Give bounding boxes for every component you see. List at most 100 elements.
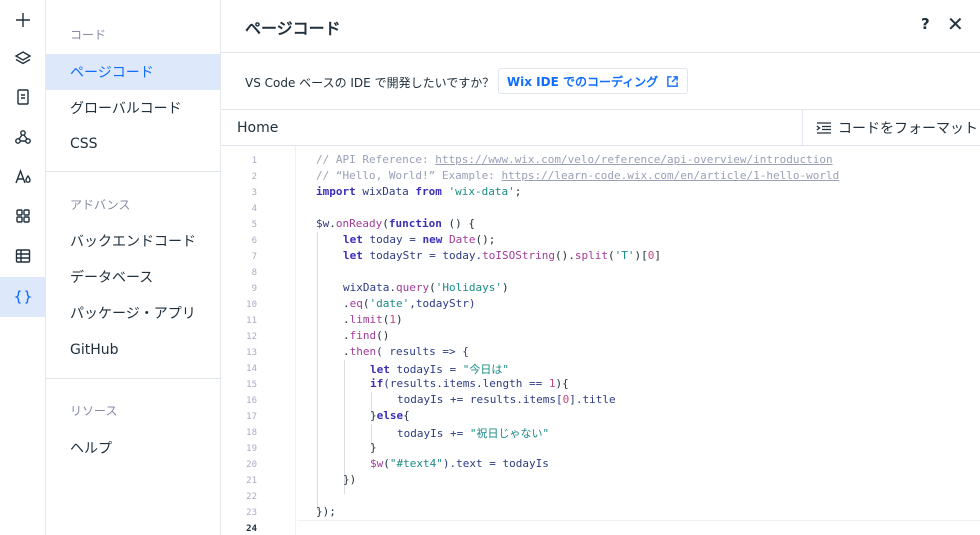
code-token: 1: [389, 313, 396, 326]
ide-prompt-text: VS Code ベースの IDE で開発したいですか？: [245, 76, 495, 90]
code-token: onReady: [335, 217, 383, 230]
code-token: Date: [448, 233, 476, 246]
format-code-button[interactable]: コードをフォーマット: [802, 110, 980, 146]
file-bar: Home コードをフォーマット: [221, 110, 980, 146]
wix-ide-button-label: Wix IDE でのコーディング: [506, 74, 659, 89]
code-token: (results.items.length ==: [383, 377, 549, 390]
line-number: 11: [246, 316, 257, 326]
apps-icon: [15, 209, 30, 223]
code-token: }): [343, 473, 357, 486]
layers-icon: [14, 51, 31, 65]
close-icon[interactable]: ✕: [947, 12, 964, 36]
nav-item-github[interactable]: GitHub: [46, 332, 220, 368]
code-button[interactable]: [0, 277, 45, 317]
code-link[interactable]: https://learn-code.wix.com/en/article/1-…: [501, 169, 839, 182]
line-number: 19: [246, 444, 257, 454]
nav-item-css[interactable]: CSS: [46, 126, 220, 162]
code-token: 'Holidays': [435, 281, 502, 294]
code-line-9: wixData.query('Holidays'): [343, 281, 509, 294]
code-token: then: [349, 345, 377, 358]
code-line-18: todayIs += "祝日じゃない": [397, 425, 549, 441]
code-token: ].title: [569, 393, 616, 406]
code-token: (): [376, 329, 390, 342]
code-token: todayIs += results.items[: [397, 393, 563, 406]
nav-item-backend-code[interactable]: バックエンドコード: [46, 223, 220, 259]
connect-icon: [14, 130, 31, 144]
code-token: let: [343, 249, 363, 262]
code-token: toISOString: [482, 249, 555, 262]
line-number: 8: [251, 268, 257, 278]
code-editor[interactable]: 1 2 3 4 5 6 7 8 9 10 11 12 13 14 15 16 17 18 19 20 21 22 23 24 …: [221, 146, 980, 535]
indent-guide: [317, 232, 318, 510]
page-icon: [16, 89, 29, 105]
current-line-highlight: [297, 520, 980, 535]
code-line-20: $w("#text4").text = todayIs: [370, 457, 549, 470]
code-token: split: [574, 249, 608, 262]
code-token: query: [395, 281, 430, 294]
code-token: $w: [370, 457, 384, 470]
connect-button[interactable]: [0, 117, 45, 157]
add-elements-button[interactable]: [0, 0, 45, 40]
code-token: ]: [654, 249, 661, 262]
line-number: 15: [246, 380, 257, 390]
code-token: ){: [555, 377, 569, 390]
pages-button[interactable]: [0, 77, 45, 117]
code-token: .: [329, 217, 336, 230]
code-token: 'date': [369, 297, 410, 310]
code-line-5: $w.onReady(function () {: [316, 217, 475, 230]
line-number: 16: [246, 396, 257, 406]
code-token: 'T': [614, 249, 635, 262]
nav-item-database[interactable]: データベース: [46, 259, 220, 295]
apps-button[interactable]: [0, 196, 45, 236]
code-line-16: todayIs += results.items[0].title: [397, 393, 616, 406]
code-token: // “Hello, World!” Example:: [316, 169, 502, 182]
code-token: 'wix-data': [448, 185, 515, 198]
line-number: 1: [251, 156, 257, 166]
code-token: });: [316, 505, 336, 518]
code-token: import: [316, 185, 356, 198]
code-token: ;: [514, 185, 522, 198]
layers-button[interactable]: [0, 38, 45, 78]
header-divider: [221, 52, 980, 53]
code-line-3: import wixData from 'wix-data';: [316, 185, 521, 198]
code-token: ): [396, 313, 403, 326]
nav-item-help[interactable]: ヘルプ: [46, 430, 220, 466]
table-icon: [15, 249, 30, 263]
code-token: ).text = todayIs: [442, 457, 549, 470]
theme-button[interactable]: [0, 157, 45, 197]
code-token: "祝日じゃない": [469, 427, 550, 440]
code-nav-panel: コード ページコード グローバルコード CSS アドバンス バックエンドコード …: [46, 0, 221, 535]
code-token: todayStr = today.: [362, 249, 483, 262]
cms-button[interactable]: [0, 236, 45, 276]
code-token: let: [343, 233, 363, 246]
code-token: ().: [554, 249, 575, 262]
nav-item-page-code[interactable]: ページコード: [46, 54, 220, 90]
help-icon[interactable]: ?: [921, 15, 930, 33]
code-line-17: }else{: [370, 409, 410, 422]
code-token: if: [370, 377, 384, 390]
code-token: .: [343, 313, 350, 326]
nav-item-packages-apps[interactable]: パッケージ・アプリ: [46, 295, 220, 331]
code-token: // API Reference:: [316, 153, 436, 166]
line-number: 13: [246, 348, 257, 358]
line-number: 4: [251, 204, 257, 214]
nav-divider: [46, 378, 220, 379]
left-icon-rail: [0, 0, 46, 535]
code-line-10: .eq('date',todayStr): [343, 297, 475, 310]
code-line-7: let todayStr = today.toISOString().split…: [343, 249, 661, 262]
code-line-21: }): [343, 473, 356, 486]
nav-item-global-code[interactable]: グローバルコード: [46, 90, 220, 126]
code-line-13: .then( results => {: [343, 345, 469, 358]
code-token: (: [382, 217, 389, 230]
code-token: (: [429, 281, 436, 294]
code-token: find: [349, 329, 377, 342]
code-token: ): [501, 281, 509, 294]
line-number: 12: [246, 332, 257, 342]
line-number: 9: [251, 284, 257, 294]
wix-ide-button[interactable]: Wix IDE でのコーディング: [498, 68, 688, 94]
code-token: () {: [441, 217, 475, 230]
file-tab-home[interactable]: Home: [237, 120, 278, 136]
line-number: 20: [246, 460, 257, 470]
code-link[interactable]: https://www.wix.com/velo/reference/api-o…: [435, 153, 832, 166]
